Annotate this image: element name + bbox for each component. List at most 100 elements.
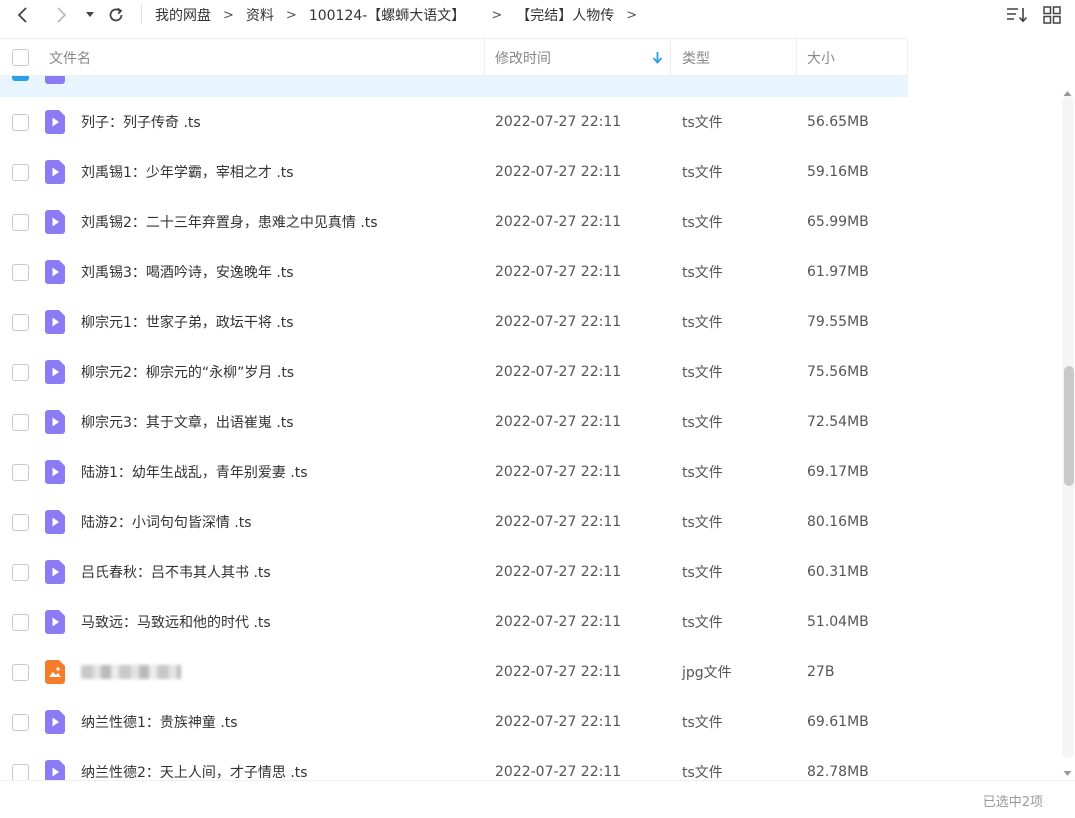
file-name[interactable] [81, 647, 181, 697]
sort-order-icon[interactable] [1004, 3, 1030, 27]
select-all-checkbox[interactable] [12, 39, 29, 76]
forward-icon[interactable] [49, 3, 73, 27]
row-checkbox-cell[interactable] [12, 247, 29, 297]
row-checkbox-cell[interactable] [12, 76, 29, 97]
breadcrumb-item-materials[interactable]: 资料 [246, 5, 274, 25]
modified-time: 2022-07-27 22:11 [495, 164, 622, 180]
file-row[interactable]: 陆游2：小词句句皆深情 .ts 2022-07-27 22:11 ts文件 80.16… [0, 497, 908, 547]
breadcrumb-item-course[interactable]: 100124-【螺蛳大语文】 [309, 5, 466, 25]
row-checkbox-cell[interactable] [12, 347, 29, 397]
row-checkbox-cell[interactable] [12, 597, 29, 647]
checkbox[interactable] [12, 663, 29, 681]
file-name[interactable]: 纳兰性德2：天上人间，才子情思 .ts [81, 747, 308, 780]
row-checkbox-cell[interactable] [12, 547, 29, 597]
file-name[interactable]: 陆游1：幼年生战乱，青年别爱妻 .ts [81, 447, 308, 497]
file-name[interactable]: 刘禹锡2：二十三年弃置身，患难之中见真情 .ts [81, 197, 378, 247]
modified-time: 2022-07-27 22:11 [495, 364, 622, 380]
back-icon[interactable] [11, 3, 35, 27]
column-modified-header[interactable]: 修改时间 [495, 39, 551, 76]
file-row[interactable]: 陆游1：幼年生战乱，青年别爱妻 .ts 2022-07-27 22:11 ts文件 6… [0, 447, 908, 497]
sort-descending-icon[interactable] [652, 51, 663, 68]
file-name[interactable]: 柳宗元1：世家子弟，政坛干将 .ts [81, 297, 294, 347]
file-name[interactable]: 纳兰性德1：贵族神童 .ts [81, 697, 238, 747]
column-divider[interactable] [484, 39, 485, 76]
file-row[interactable]: 列子：列子传奇 .ts 2022-07-27 22:11 ts文件 56.65MB [0, 97, 908, 147]
vertical-scrollbar[interactable] [1060, 80, 1075, 776]
file-row[interactable] [0, 76, 908, 97]
file-size: 60.31MB [807, 564, 869, 580]
checkbox[interactable] [12, 713, 29, 731]
checkbox[interactable] [12, 513, 29, 531]
file-name[interactable]: 柳宗元3：其于文章，出语崔嵬 .ts [81, 397, 294, 447]
file-name[interactable]: 陆游2：小词句句皆深情 .ts [81, 497, 252, 547]
file-size: 51.04MB [807, 614, 869, 630]
column-size-header[interactable]: 大小 [807, 39, 835, 76]
checkbox[interactable] [12, 163, 29, 181]
history-dropdown-icon[interactable] [78, 3, 102, 27]
file-row[interactable]: 刘禹锡1：少年学霸，宰相之才 .ts 2022-07-27 22:11 ts文件 59… [0, 147, 908, 197]
file-name[interactable]: 吕氏春秋：吕不韦其人其书 .ts [81, 547, 271, 597]
file-type: ts文件 [682, 765, 723, 780]
row-checkbox-cell[interactable] [12, 447, 29, 497]
toolbar-divider [141, 4, 142, 24]
modified-time: 2022-07-27 22:11 [495, 464, 622, 480]
checkbox[interactable] [12, 463, 29, 481]
file-row[interactable]: 柳宗元1：世家子弟，政坛干将 .ts 2022-07-27 22:11 ts文件 79… [0, 297, 908, 347]
row-checkbox-cell[interactable] [12, 697, 29, 747]
scrollbar-thumb[interactable] [1064, 366, 1074, 486]
column-type-header[interactable]: 类型 [682, 39, 710, 76]
video-file-icon [45, 747, 65, 780]
file-name[interactable]: 刘禹锡1：少年学霸，宰相之才 .ts [81, 147, 294, 197]
video-file-icon [45, 547, 65, 597]
video-file-icon [45, 197, 65, 247]
file-row[interactable]: 2022-07-27 22:11 jpg文件 27B [0, 647, 908, 697]
checkbox[interactable] [12, 113, 29, 131]
row-checkbox-cell[interactable] [12, 147, 29, 197]
file-row[interactable]: 吕氏春秋：吕不韦其人其书 .ts 2022-07-27 22:11 ts文件 60.3… [0, 547, 908, 597]
modified-time: 2022-07-27 22:11 [495, 764, 622, 780]
breadcrumb-item-root[interactable]: 我的网盘 [155, 5, 211, 25]
checkbox[interactable] [12, 763, 29, 780]
row-checkbox-cell[interactable] [12, 647, 29, 697]
file-row[interactable]: 柳宗元3：其于文章，出语崔嵬 .ts 2022-07-27 22:11 ts文件 72… [0, 397, 908, 447]
row-checkbox-cell[interactable] [12, 197, 29, 247]
file-name[interactable]: 刘禹锡3：喝酒吟诗，安逸晚年 .ts [81, 247, 294, 297]
file-row[interactable]: 柳宗元2：柳宗元的“永柳”岁月 .ts 2022-07-27 22:11 ts文件 7… [0, 347, 908, 397]
checkbox[interactable] [12, 413, 29, 431]
scrollbar-track[interactable] [1062, 96, 1074, 758]
checkbox-checked[interactable] [12, 76, 29, 81]
file-type: ts文件 [682, 365, 723, 381]
file-row[interactable]: 纳兰性德1：贵族神童 .ts 2022-07-27 22:11 ts文件 69.61M… [0, 697, 908, 747]
column-divider[interactable] [670, 39, 671, 76]
file-size: 59.16MB [807, 164, 869, 180]
column-divider[interactable] [796, 39, 797, 76]
row-checkbox-cell[interactable] [12, 497, 29, 547]
checkbox[interactable] [12, 613, 29, 631]
file-name[interactable]: 马致远：马致远和他的时代 .ts [81, 597, 271, 647]
toolbar: 我的网盘 > 资料 > 100124-【螺蛳大语文】 > 【完结】人物传 > [0, 0, 1075, 30]
checkbox[interactable] [12, 313, 29, 331]
file-row[interactable]: 马致远：马致远和他的时代 .ts 2022-07-27 22:11 ts文件 51.0… [0, 597, 908, 647]
row-checkbox-cell[interactable] [12, 297, 29, 347]
breadcrumb-item-current[interactable]: 【完结】人物传 [516, 5, 614, 25]
column-name-header[interactable]: 文件名 [49, 39, 91, 76]
file-row[interactable]: 纳兰性德2：天上人间，才子情思 .ts 2022-07-27 22:11 ts文件 8… [0, 747, 908, 780]
file-row[interactable]: 刘禹锡3：喝酒吟诗，安逸晚年 .ts 2022-07-27 22:11 ts文件 61… [0, 247, 908, 297]
file-name[interactable]: 柳宗元2：柳宗元的“永柳”岁月 .ts [81, 347, 294, 397]
checkbox[interactable] [12, 363, 29, 381]
checkbox[interactable] [12, 263, 29, 281]
file-type: ts文件 [682, 465, 723, 481]
checkbox[interactable] [12, 213, 29, 231]
file-type: ts文件 [682, 515, 723, 531]
row-checkbox-cell[interactable] [12, 397, 29, 447]
modified-time: 2022-07-27 22:11 [495, 414, 622, 430]
checkbox[interactable] [12, 563, 29, 581]
checkbox[interactable] [12, 49, 29, 66]
row-checkbox-cell[interactable] [12, 97, 29, 147]
row-checkbox-cell[interactable] [12, 747, 29, 780]
refresh-icon[interactable] [104, 3, 128, 27]
file-name[interactable]: 列子：列子传奇 .ts [81, 97, 201, 147]
file-row[interactable]: 刘禹锡2：二十三年弃置身，患难之中见真情 .ts 2022-07-27 22:11… [0, 197, 908, 247]
scroll-down-icon[interactable] [1063, 762, 1072, 781]
grid-view-icon[interactable] [1040, 3, 1064, 27]
